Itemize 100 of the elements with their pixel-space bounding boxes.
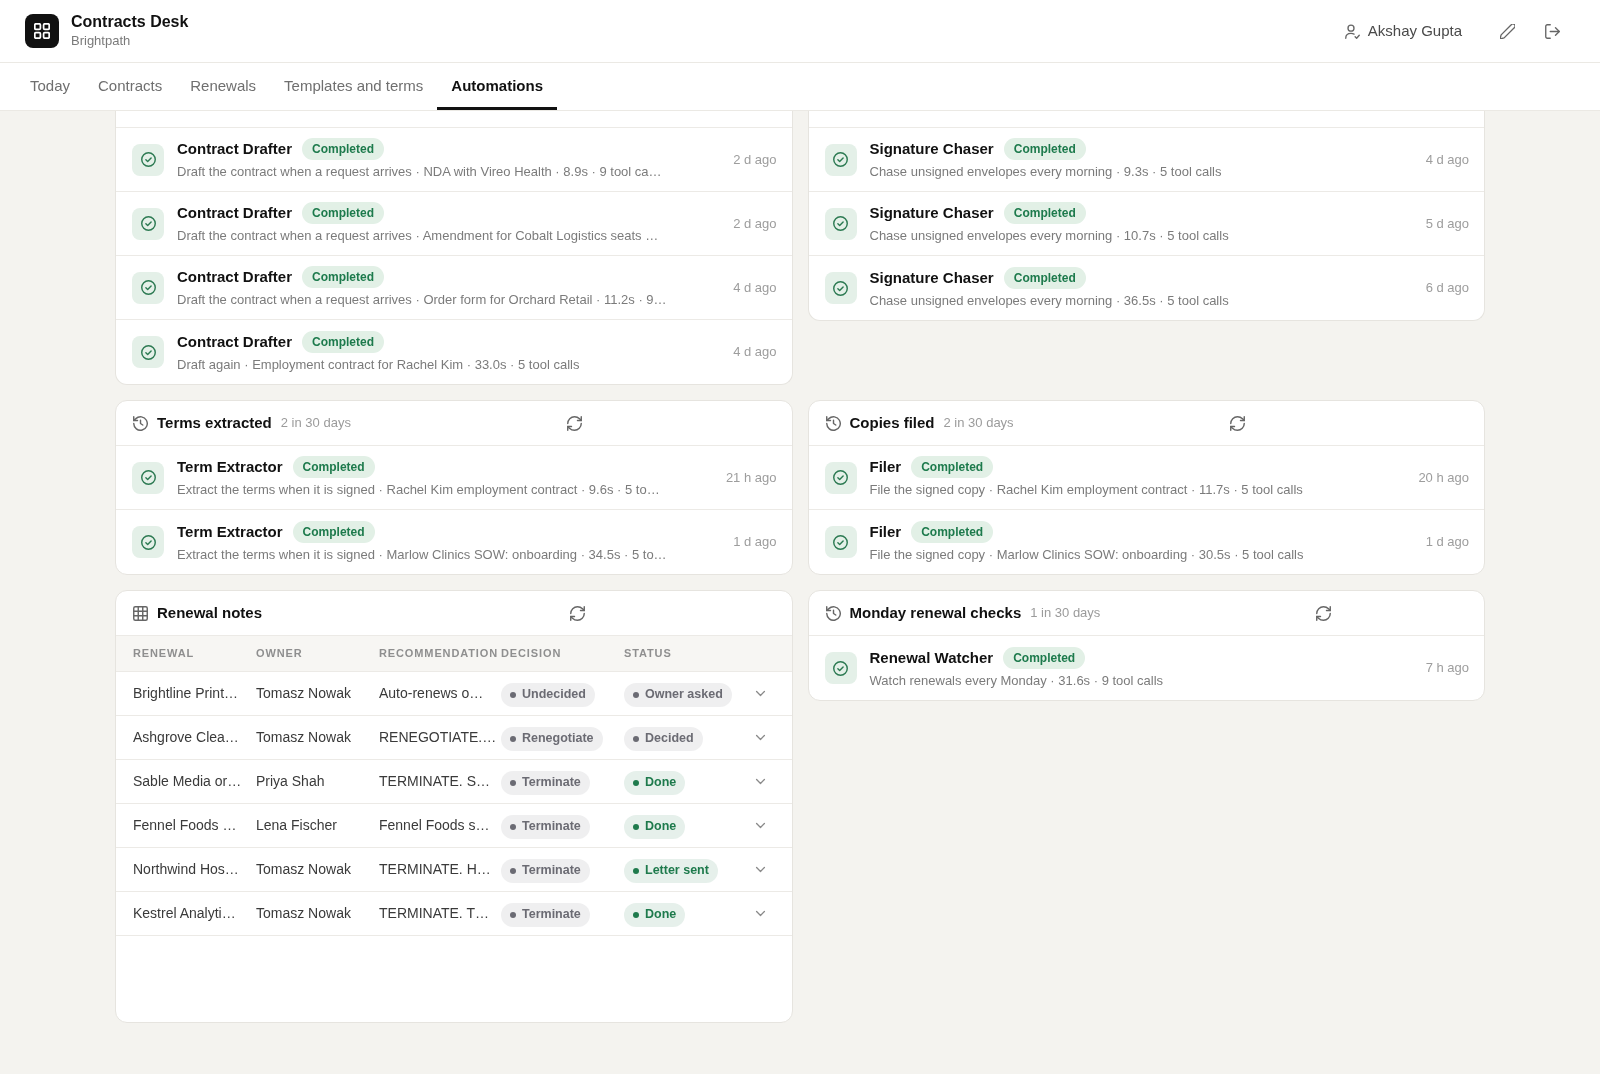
agent-name: Renewal Watcher xyxy=(869,647,994,668)
agent-name: Signature Chaser xyxy=(869,203,994,223)
refresh-icon[interactable] xyxy=(1229,415,1245,431)
table-cell-text: Kestrel Analyti… xyxy=(133,904,237,923)
section-title: Renewal notes xyxy=(157,602,263,623)
status-label: Owner asked xyxy=(645,686,723,704)
run-count: 2 in 30 days xyxy=(280,414,351,433)
table-cell-text: TERMINATE. H… xyxy=(379,860,492,879)
agent-name: Term Extractor xyxy=(177,457,283,477)
agent-name: Signature Chaser xyxy=(869,139,994,159)
column-header: RECOMMENDATION xyxy=(379,646,500,662)
table-cell-text: TERMINATE. T… xyxy=(379,904,490,923)
agent-name: Contract Drafter xyxy=(177,203,293,223)
column-header: OWNER xyxy=(256,646,304,662)
run-details: Draft the contract when a request arrives · Order form for Orchard Retail · 11.2s · 9… xyxy=(177,291,668,309)
agent-name: Filer xyxy=(869,457,902,477)
agent-name: Contract Drafter xyxy=(177,267,293,287)
table-cell-text: Fennel Foods s… xyxy=(379,816,491,835)
run-time: 5 d ago xyxy=(1425,214,1469,233)
decision-label: Renegotiate xyxy=(522,730,594,748)
decision-label: Terminate xyxy=(522,906,581,924)
table-cell-text: Tomasz Nowak xyxy=(256,684,352,703)
run-time: 7 h ago xyxy=(1425,659,1469,678)
pencil-icon[interactable] xyxy=(1500,23,1515,39)
table-cell-text: Ashgrove Clea… xyxy=(133,728,240,747)
table-cell-text: Lena Fischer xyxy=(256,816,338,835)
run-details: Draft again · Employment contract for Rachel Kim · 33.0s · 5 tool calls xyxy=(177,355,581,374)
run-details: Extract the terms when it is signed · Marlow Clinics SOW: onboarding · 34.5s · 5 to… xyxy=(177,545,668,564)
run-time: 21 h ago xyxy=(725,468,777,487)
status-badge: Completed xyxy=(1003,266,1086,289)
tab[interactable]: Renewals xyxy=(176,63,271,110)
section-title: Terms extracted xyxy=(157,412,272,433)
table-icon xyxy=(133,605,148,621)
table-cell-text: Northwind Hos… xyxy=(133,860,240,879)
refresh-icon[interactable] xyxy=(570,605,586,621)
run-count: 1 in 30 days xyxy=(1030,604,1101,623)
table-cell-text: Tomasz Nowak xyxy=(256,728,352,747)
table-cell-text: Auto-renews o… xyxy=(379,684,485,703)
app-title: Contracts Desk xyxy=(71,12,189,32)
run-time: 2 d ago xyxy=(733,150,777,169)
column-header: RENEWAL xyxy=(133,646,196,662)
status-badge: Completed xyxy=(302,266,385,288)
status-badge: Completed xyxy=(292,456,375,478)
account-button[interactable]: Akshay Gupta xyxy=(1344,19,1462,43)
agent-name: Signature Chaser xyxy=(869,267,994,288)
status-label: Done xyxy=(645,818,677,836)
run-time: 4 d ago xyxy=(733,343,777,362)
run-details: Draft the contract when a request arrives · Amendment for Cobalt Logistics seats … xyxy=(177,227,660,245)
run-details: Chase unsigned envelopes every morning · 36.5s · 5 tool calls xyxy=(869,291,1230,310)
status-badge: Completed xyxy=(911,456,994,478)
table-cell-text: Tomasz Nowak xyxy=(256,904,352,923)
refresh-icon[interactable] xyxy=(1316,605,1332,621)
run-time: 1 d ago xyxy=(733,533,777,552)
tab[interactable]: Today xyxy=(16,63,85,110)
agent-name: Contract Drafter xyxy=(177,331,293,352)
run-details: File the signed copy · Rachel Kim employment contract · 11.7s · 5 tool calls xyxy=(869,481,1304,499)
section-title: Copies filed xyxy=(849,412,935,433)
refresh-icon[interactable] xyxy=(566,415,582,431)
status-label: Letter sent xyxy=(645,862,709,880)
grid-icon xyxy=(25,14,59,48)
table-cell-text: RENEGOTIATE.… xyxy=(379,728,498,747)
column-header: STATUS xyxy=(624,646,673,662)
history-icon xyxy=(133,415,148,431)
status-badge: Completed xyxy=(1003,646,1086,669)
status-badge: Completed xyxy=(1003,138,1086,160)
run-time: 2 d ago xyxy=(733,214,777,233)
status-badge: Completed xyxy=(292,520,375,543)
section-title: Monday renewal checks xyxy=(849,602,1022,623)
tab[interactable]: Templates and terms xyxy=(270,63,438,110)
status-label: Decided xyxy=(645,730,694,748)
table-cell-text: Sable Media or… xyxy=(133,772,243,791)
run-time: 4 d ago xyxy=(733,278,777,297)
run-details: Chase unsigned envelopes every morning · 9.3s · 5 tool calls xyxy=(869,163,1223,181)
history-icon xyxy=(825,605,841,621)
status-badge: Completed xyxy=(302,202,385,224)
status-badge: Completed xyxy=(302,330,385,353)
table-cell-text: TERMINATE. S… xyxy=(379,772,491,791)
logout-icon[interactable] xyxy=(1545,23,1560,39)
run-details: Extract the terms when it is signed · Rachel Kim employment contract · 9.6s · 5 to… xyxy=(177,481,661,499)
tab[interactable]: Contracts xyxy=(84,63,177,110)
table-cell-text: Fennel Foods … xyxy=(133,816,238,835)
table-cell-text: Priya Shah xyxy=(256,772,326,791)
history-icon xyxy=(825,415,841,431)
agent-name: Contract Drafter xyxy=(177,139,293,159)
decision-label: Terminate xyxy=(522,774,581,792)
agent-name: Filer xyxy=(869,521,902,542)
status-badge: Completed xyxy=(302,138,385,160)
decision-label: Undecided xyxy=(522,686,586,704)
table-cell-text: Brightline Print… xyxy=(133,684,240,703)
run-time: 20 h ago xyxy=(1418,468,1469,487)
run-time: 1 d ago xyxy=(1425,533,1469,552)
run-details: Watch renewals every Monday · 31.6s · 9 tool calls xyxy=(869,671,1165,690)
agent-name: Term Extractor xyxy=(177,521,283,542)
status-label: Done xyxy=(645,906,677,924)
run-count: 2 in 30 days xyxy=(943,414,1014,433)
status-label: Done xyxy=(645,774,677,792)
column-header: DECISION xyxy=(501,646,563,662)
user-icon xyxy=(1344,23,1360,39)
table-cell-text: Tomasz Nowak xyxy=(256,860,352,879)
run-details: Chase unsigned envelopes every morning · 10.7s · 5 tool calls xyxy=(869,227,1230,245)
